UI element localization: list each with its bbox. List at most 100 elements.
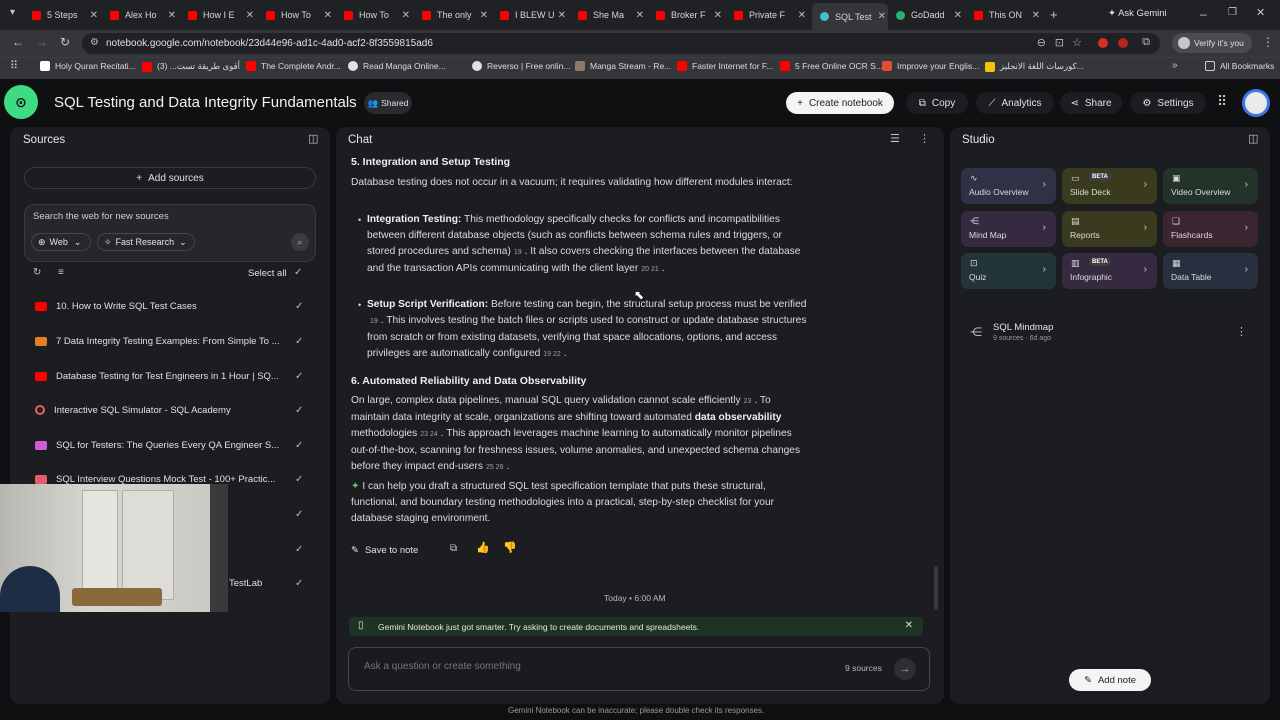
tab-search-icon[interactable]: ▾ — [10, 8, 15, 18]
sort-icon[interactable]: ≡ — [58, 268, 64, 278]
source-checkbox[interactable]: ✓ — [295, 371, 303, 382]
close-icon[interactable]: ✕ — [480, 10, 488, 21]
browser-tab[interactable]: I BLEW U ✕ — [496, 5, 568, 25]
source-checkbox[interactable]: ✓ — [295, 509, 303, 520]
close-icon[interactable]: ✕ — [905, 620, 913, 631]
install-icon[interactable]: ⊡ — [1055, 36, 1064, 49]
slide-deck-card[interactable]: ▭ BETA Slide Deck › — [1062, 168, 1157, 204]
source-checkbox[interactable]: ✓ — [295, 578, 303, 589]
browser-tab[interactable]: She Ma ✕ — [574, 5, 646, 25]
citation[interactable]: 19 22 — [543, 347, 561, 363]
close-icon[interactable]: ✕ — [402, 10, 410, 21]
browser-tab[interactable]: 5 Steps ✕ — [28, 5, 100, 25]
more-vert-icon[interactable]: ⋮ — [1236, 325, 1247, 338]
add-note-button[interactable]: ✎ Add note — [1069, 669, 1151, 691]
browser-tab[interactable]: How I E ✕ — [184, 5, 256, 25]
share-button[interactable]: ⋖ Share — [1060, 92, 1122, 114]
extension-icon[interactable] — [1118, 38, 1128, 48]
tune-icon[interactable]: ☰ — [890, 134, 900, 145]
analytics-button[interactable]: ⟋ Analytics — [976, 92, 1054, 114]
citation[interactable]: 19 — [514, 245, 522, 261]
source-checkbox[interactable]: ✓ — [295, 336, 303, 347]
browser-tab[interactable]: How To ✕ — [340, 5, 412, 25]
copy-button[interactable]: ⧉ Copy — [906, 92, 968, 114]
browser-tab-active[interactable]: SQL Test ✕ — [812, 3, 888, 30]
apps-grid-icon[interactable]: ⠿ — [1217, 94, 1227, 108]
fast-research-dropdown[interactable]: ✧ Fast Research ⌄ — [97, 233, 195, 251]
bookmark[interactable]: كورسات اللغة الانجليز... — [985, 61, 1084, 72]
citation[interactable]: 25 26 — [486, 460, 504, 476]
close-icon[interactable]: ✕ — [714, 10, 722, 21]
close-icon[interactable]: ✕ — [246, 10, 254, 21]
browser-tab[interactable]: Alex Ho ✕ — [106, 5, 178, 25]
all-bookmarks[interactable]: All Bookmarks — [1205, 61, 1274, 71]
create-notebook-button[interactable]: + Create notebook — [786, 92, 894, 114]
thumbs-up-icon[interactable]: 👍 — [476, 543, 490, 554]
cast-icon[interactable]: ⊖ — [1037, 36, 1046, 49]
add-sources-button[interactable]: + Add sources — [24, 167, 316, 189]
bookmark[interactable]: 5 Free Online OCR S... — [780, 61, 883, 71]
search-submit-icon[interactable]: ⌕ — [291, 233, 309, 251]
list-item[interactable]: 10. How to Write SQL Test Cases ✓ — [35, 297, 325, 315]
browser-tab[interactable]: The only ✕ — [418, 5, 490, 25]
mindmap-artifact[interactable]: ⋲ SQL Mindmap 9 sources · 6d ago ⋮ — [962, 318, 1258, 348]
send-icon[interactable]: → — [894, 658, 916, 680]
search-placeholder[interactable]: Search the web for new sources — [33, 211, 169, 222]
data-table-card[interactable]: ▦ Data Table › — [1163, 253, 1258, 289]
refresh-icon[interactable]: ↻ — [33, 268, 41, 278]
close-icon[interactable]: ✕ — [878, 11, 886, 22]
site-info-icon[interactable]: ⚙ — [90, 37, 99, 48]
bookmark-star-icon[interactable]: ☆ — [1072, 36, 1082, 49]
list-item[interactable]: Interactive SQL Simulator - SQL Academy ✓ — [35, 401, 325, 419]
bookmark[interactable]: Holy Quran Recitati... — [40, 61, 136, 71]
audio-overview-card[interactable]: ∿ Audio Overview › — [961, 168, 1056, 204]
close-icon[interactable]: ✕ — [324, 10, 332, 21]
source-checkbox[interactable]: ✓ — [295, 301, 303, 312]
close-icon[interactable]: ✕ — [636, 10, 644, 21]
close-icon[interactable]: ✕ — [558, 10, 566, 21]
citation[interactable]: 23 24 — [420, 427, 438, 443]
back-icon[interactable]: ← — [12, 36, 24, 48]
source-checkbox[interactable]: ✓ — [295, 474, 303, 485]
reload-icon[interactable]: ↻ — [60, 36, 70, 48]
close-icon[interactable]: ✕ — [168, 10, 176, 21]
save-to-note-button[interactable]: ✎ Save to note — [351, 541, 431, 559]
minimize-icon[interactable]: – — [1200, 8, 1207, 20]
citation[interactable]: 19 — [370, 314, 378, 330]
quiz-card[interactable]: ⊡ Quiz › — [961, 253, 1056, 289]
bookmark[interactable]: Faster Internet for F... — [677, 61, 773, 71]
browser-tab[interactable]: This ON ✕ — [970, 5, 1042, 25]
bookmark[interactable]: Read Manga Online... — [348, 61, 446, 71]
new-tab-icon[interactable]: + — [1050, 8, 1058, 21]
browser-tab[interactable]: GoDadd ✕ — [892, 5, 964, 25]
more-vert-icon[interactable]: ⋮ — [919, 134, 930, 145]
video-overview-card[interactable]: ▣ Video Overview › — [1163, 168, 1258, 204]
source-checkbox[interactable]: ✓ — [295, 544, 303, 555]
bookmark[interactable]: Manga Stream - Re... — [575, 61, 671, 71]
bookmark[interactable]: Reverso | Free onlin... — [472, 61, 570, 71]
list-item[interactable]: 7 Data Integrity Testing Examples: From … — [35, 332, 325, 350]
flashcards-card[interactable]: ❏ Flashcards › — [1163, 211, 1258, 247]
close-icon[interactable]: ✕ — [1032, 10, 1040, 21]
list-item[interactable]: Database Testing for Test Engineers in 1… — [35, 367, 325, 385]
thumbs-down-icon[interactable]: 👎 — [503, 543, 517, 554]
maximize-icon[interactable]: ❐ — [1228, 8, 1237, 18]
bookmark[interactable]: Improve your Englis... — [882, 61, 979, 71]
infographic-card[interactable]: ▥ BETA Infographic › — [1062, 253, 1157, 289]
close-icon[interactable]: ✕ — [954, 10, 962, 21]
avatar[interactable] — [1242, 89, 1270, 117]
notebook-logo-icon[interactable]: ⊙ — [4, 85, 38, 119]
puzzle-icon[interactable]: ⧉ — [1142, 36, 1150, 49]
list-item[interactable]: SQL for Testers: The Queries Every QA En… — [35, 436, 325, 454]
close-icon[interactable]: ✕ — [798, 10, 806, 21]
forward-icon[interactable]: → — [36, 36, 48, 48]
ask-gemini-button[interactable]: ✦ Ask Gemini — [1108, 8, 1167, 19]
close-icon[interactable]: ✕ — [90, 10, 98, 21]
extension-red-icon[interactable] — [1098, 38, 1108, 48]
source-checkbox[interactable]: ✓ — [295, 405, 303, 416]
bookmark[interactable]: أقوى طريقة تست... (3) — [142, 61, 240, 72]
menu-dots-icon[interactable]: ⋮ — [1262, 36, 1274, 48]
window-close-icon[interactable]: ✕ — [1256, 8, 1265, 19]
notebook-title[interactable]: SQL Testing and Data Integrity Fundament… — [54, 94, 357, 111]
browser-tab[interactable]: How To ✕ — [262, 5, 334, 25]
